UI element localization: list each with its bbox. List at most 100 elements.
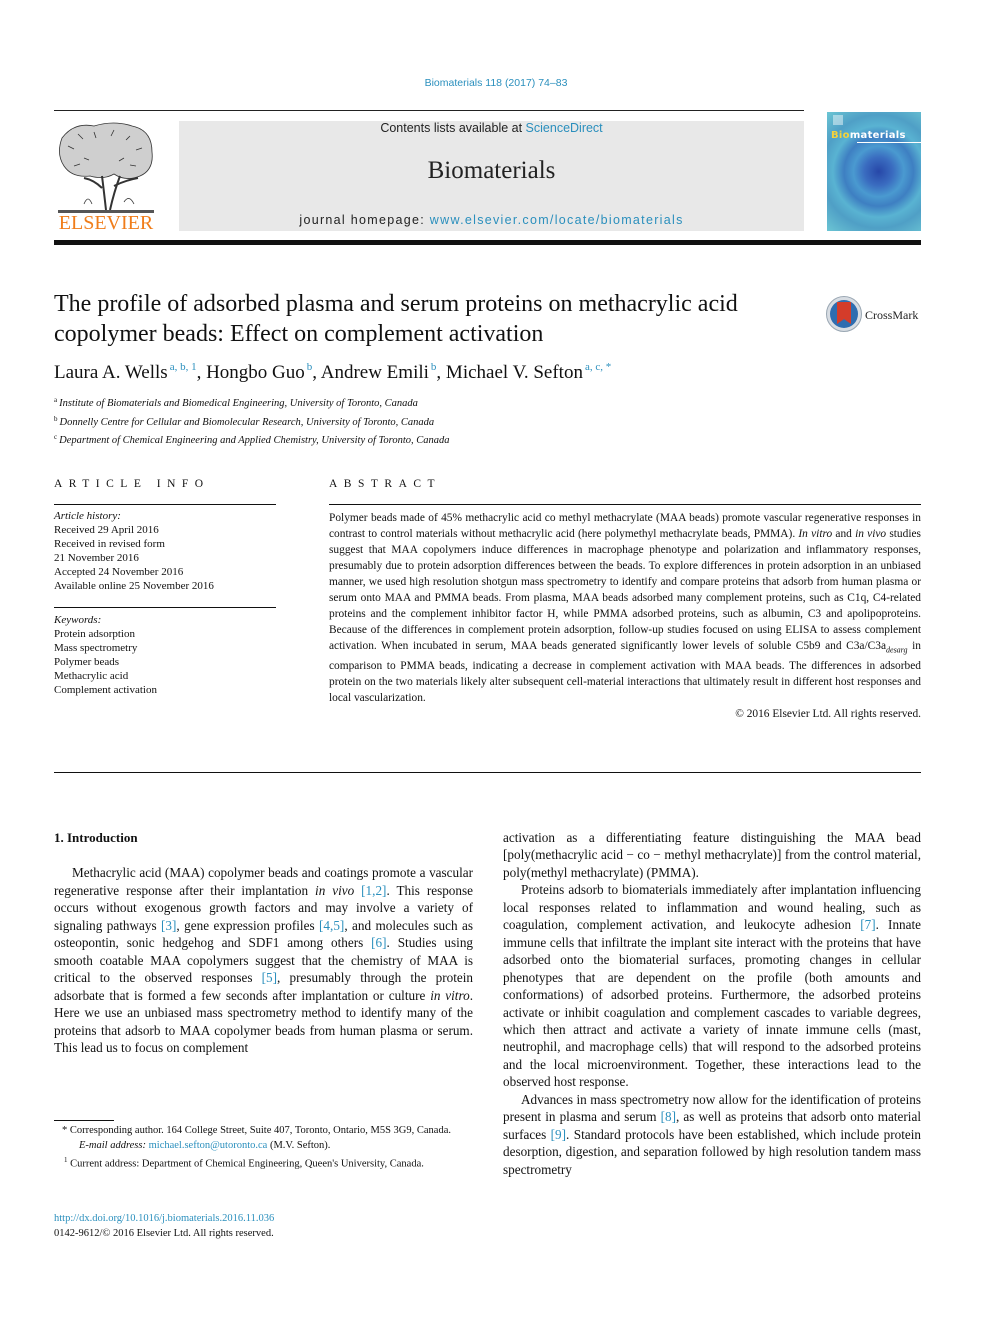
intro-paragraph-2: Proteins adsorb to biomaterials immediat… (503, 881, 921, 1090)
abstract-text: Polymer beads made of 45% methacrylic ac… (329, 510, 921, 706)
intro-paragraph-3: Advances in mass spectrometry now allow … (503, 1091, 921, 1178)
cover-title-bio: Bio (831, 130, 850, 141)
journal-masthead: Contents lists available at ScienceDirec… (179, 121, 804, 231)
citation-link[interactable]: [3] (161, 918, 176, 933)
article-info-heading: ARTICLE INFO (54, 478, 210, 490)
contents-prefix: Contents lists available at (380, 121, 526, 135)
body-column-right: activation as a differentiating feature … (503, 829, 921, 1178)
author-name: Hongbo Guo (206, 362, 305, 383)
article-info-rule (54, 504, 276, 505)
affiliation-mark: a (54, 396, 58, 404)
doi-link[interactable]: http://dx.doi.org/10.1016/j.biomaterials… (54, 1211, 474, 1226)
keyword: Protein adsorption (54, 628, 135, 641)
email-link[interactable]: michael.sefton@utoronto.ca (149, 1140, 268, 1151)
author-name: Laura A. Wells (54, 362, 168, 383)
journal-homepage: journal homepage: www.elsevier.com/locat… (179, 213, 804, 227)
header-thick-rule (54, 240, 921, 245)
affiliation: a Institute of Biomaterials and Biomedica… (54, 393, 754, 412)
author-separator: , (196, 362, 207, 383)
footnote-email: E-mail address: michael.sefton@utoronto.… (54, 1139, 473, 1154)
citation-link[interactable]: [4,5] (319, 918, 344, 933)
body-column-left: 1. Introduction Methacrylic acid (MAA) c… (54, 829, 473, 1056)
author-affiliation-marks[interactable]: a, c, * (585, 361, 611, 373)
history-item: 21 November 2016 (54, 552, 139, 565)
crossmark-label: CrossMark (865, 308, 919, 322)
author-name: Andrew Emili (320, 362, 429, 383)
abstract-text-segment: studies suggest that MAA copolymers indu… (329, 528, 921, 652)
author-separator: , (436, 362, 446, 383)
email-suffix: (M.V. Sefton). (267, 1139, 331, 1151)
history-item: Received 29 April 2016 (54, 524, 159, 537)
author-separator: , (312, 362, 321, 383)
journal-citation-link[interactable]: Biomaterials 118 (2017) 74–83 (0, 77, 992, 89)
journal-name: Biomaterials (427, 157, 556, 184)
keyword: Polymer beads (54, 656, 120, 669)
doi-block: http://dx.doi.org/10.1016/j.biomaterials… (54, 1211, 474, 1241)
citation-link[interactable]: [9] (551, 1127, 566, 1142)
italic-text: in vivo (315, 882, 355, 898)
footnote-current-address: 1 Current address: Department of Chemica… (54, 1153, 473, 1172)
abstract-copyright: © 2016 Elsevier Ltd. All rights reserved… (735, 708, 921, 721)
affiliation-text: Institute of Biomaterials and Biomedical… (59, 398, 418, 409)
header-rule (54, 110, 804, 111)
author[interactable]: Andrew Emili b (320, 361, 437, 383)
citation-link[interactable]: [8] (661, 1109, 676, 1124)
intro-paragraph-1-continued: activation as a differentiating feature … (503, 830, 921, 880)
author-name: Michael V. Sefton (445, 362, 583, 383)
author-affiliation-marks[interactable]: a, b, 1 (170, 361, 197, 373)
footnote-corresponding: * Corresponding author. 164 College Stre… (62, 1125, 451, 1136)
elsevier-wordmark: ELSEVIER (58, 212, 154, 234)
affiliation: b Donnelly Centre for Cellular and Biomol… (54, 412, 754, 431)
affiliation-text: Department of Chemical Engineering and A… (59, 435, 450, 446)
citation-link[interactable]: [1,2] (361, 883, 386, 898)
affiliation-list: a Institute of Biomaterials and Biomedica… (54, 393, 754, 449)
intro-paragraph-1: Methacrylic acid (MAA) copolymer beads a… (54, 864, 473, 1056)
footnote-current-text: Current address: Department of Chemical … (67, 1158, 424, 1170)
keywords: Keywords: Protein adsorption Mass spectr… (54, 613, 279, 698)
citation-link[interactable]: [5] (262, 970, 277, 985)
section-heading-introduction: 1. Introduction (54, 830, 138, 845)
affiliation: c Department of Chemical Engineering and … (54, 430, 754, 449)
cover-title: Biomaterials (831, 130, 906, 141)
email-label: E-mail address: (79, 1139, 149, 1151)
keywords-label: Keywords: (54, 614, 102, 626)
keyword: Methacrylic acid (54, 670, 129, 683)
abstract-rule (329, 504, 921, 505)
article-history-label: Article history: (54, 510, 121, 522)
crossmark-button[interactable]: CrossMark (826, 296, 926, 336)
sciencedirect-link[interactable]: ScienceDirect (526, 121, 603, 135)
homepage-link[interactable]: www.elsevier.com/locate/biomaterials (430, 213, 684, 227)
abstract-heading: ABSTRACT (329, 478, 442, 490)
keyword: Complement activation (54, 684, 157, 697)
homepage-prefix: journal homepage: (299, 213, 430, 227)
footnote-rule (54, 1120, 114, 1121)
issn-copyright: 0142-9612/© 2016 Elsevier Ltd. All right… (54, 1228, 274, 1239)
text-segment: Proteins adsorb to biomaterials immediat… (503, 882, 921, 933)
cover-publisher-badge-icon (833, 115, 843, 125)
affiliation-text: Donnelly Centre for Cellular and Biomole… (59, 416, 435, 428)
citation-link[interactable]: [6] (371, 935, 386, 950)
journal-cover-thumbnail[interactable]: Biomaterials (827, 112, 921, 231)
abstract-subscript: desarg (886, 645, 908, 655)
crossmark-icon (826, 296, 862, 332)
article-title: The profile of adsorbed plasma and serum… (54, 291, 738, 347)
article-history: Article history: Received 29 April 2016 … (54, 509, 279, 594)
contents-availability: Contents lists available at ScienceDirec… (179, 121, 804, 135)
text-segment: . Innate immune cells that infiltrate th… (503, 917, 921, 1090)
author[interactable]: Michael V. Sefton a, c, * (445, 361, 611, 383)
cover-divider (857, 142, 921, 143)
affiliation-mark: b (54, 414, 58, 423)
abstract-italic: In vitro (798, 528, 833, 540)
italic-text: in vitro (430, 987, 470, 1003)
history-item: Available online 25 November 2016 (54, 580, 214, 593)
front-matter-rule (54, 772, 921, 773)
abstract-text-segment: and (832, 528, 856, 540)
citation-link[interactable]: [7] (860, 917, 875, 932)
text-segment: . Standard protocols have been establish… (503, 1126, 921, 1177)
author[interactable]: Hongbo Guo b (206, 361, 312, 383)
footnotes: * Corresponding author. 164 College Stre… (54, 1124, 473, 1172)
history-item: Accepted 24 November 2016 (54, 566, 184, 579)
abstract-italic: in vivo (855, 528, 887, 540)
author[interactable]: Laura A. Wells a, b, 1 (54, 361, 197, 383)
affiliation-mark: c (54, 433, 58, 441)
